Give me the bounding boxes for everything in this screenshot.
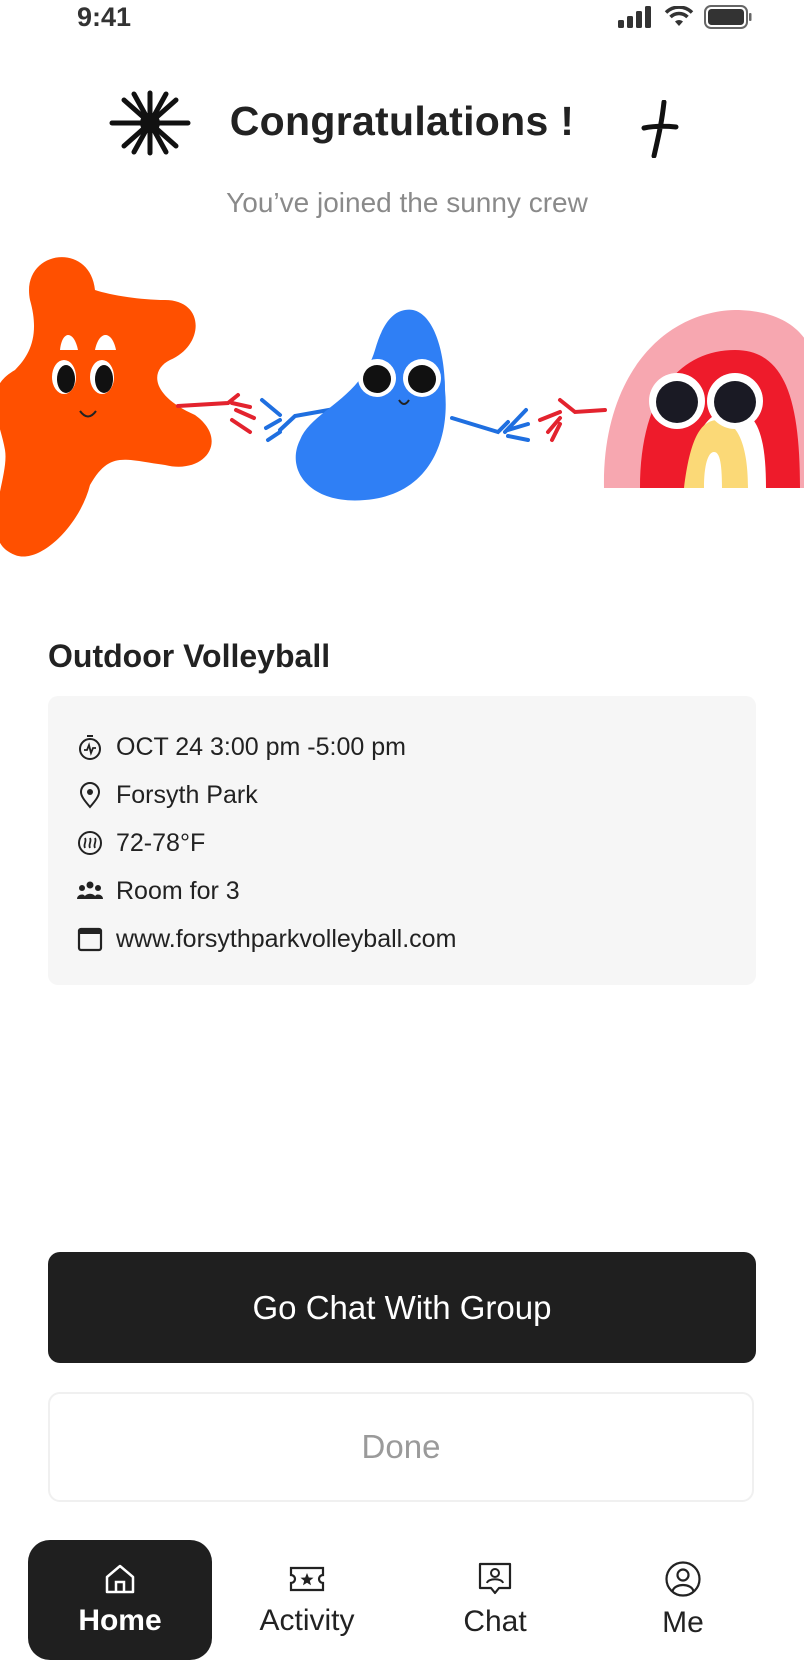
event-time: OCT 24 3:00 pm -5:00 pm <box>116 732 406 761</box>
event-weather-row: 72-78°F <box>76 826 205 860</box>
tab-activity-label: Activity <box>259 1604 355 1637</box>
people-icon <box>77 881 103 899</box>
tab-me[interactable]: Me <box>591 1540 775 1660</box>
stopwatch-icon <box>79 735 101 760</box>
page-title: Congratulations ! <box>229 98 575 144</box>
status-icons <box>618 4 752 30</box>
status-bar: 9:41 <box>0 0 804 40</box>
location-pin-icon <box>79 782 101 809</box>
celebration-illustration <box>0 257 804 557</box>
done-button[interactable]: Done <box>48 1392 754 1502</box>
event-location-row: Forsyth Park <box>76 778 258 812</box>
bottom-tab-bar: Home Activity Chat Me <box>0 1536 804 1672</box>
event-website-link[interactable]: www.forsythparkvolleyball.com <box>116 925 456 954</box>
go-chat-with-group-button[interactable]: Go Chat With Group <box>48 1252 756 1363</box>
event-capacity-row: Room for 3 <box>76 874 240 908</box>
user-circle-icon <box>665 1561 701 1597</box>
home-icon <box>105 1564 135 1594</box>
rainbow-character <box>603 310 804 488</box>
subtitle: You’ve joined the sunny crew <box>226 187 588 218</box>
tab-home[interactable]: Home <box>28 1540 212 1660</box>
event-location: Forsyth Park <box>116 780 258 809</box>
wifi-icon <box>664 6 694 26</box>
browser-window-icon <box>77 927 103 952</box>
chat-user-icon <box>478 1562 512 1595</box>
tab-home-label: Home <box>78 1604 162 1637</box>
blue-blob-character <box>295 309 446 501</box>
event-details-card: OCT 24 3:00 pm -5:00 pm Forsyth Park 72-… <box>48 696 756 985</box>
tab-chat-label: Chat <box>463 1605 527 1638</box>
ticket-star-icon <box>289 1566 325 1592</box>
event-temperature: 72-78°F <box>116 828 206 857</box>
event-website-row[interactable]: www.forsythparkvolleyball.com <box>76 922 456 956</box>
header: Congratulations ! <box>0 88 804 158</box>
temperature-icon <box>78 831 102 855</box>
twinkle-star-icon <box>641 100 679 158</box>
battery-icon <box>704 5 752 29</box>
signal-icon <box>618 6 651 28</box>
tab-me-label: Me <box>662 1606 704 1639</box>
event-capacity: Room for 3 <box>116 876 240 905</box>
tab-activity[interactable]: Activity <box>215 1540 399 1660</box>
event-title: Outdoor Volleyball <box>48 638 331 674</box>
status-time: 9:41 <box>77 2 132 32</box>
event-time-row: OCT 24 3:00 pm -5:00 pm <box>76 730 406 764</box>
tab-chat[interactable]: Chat <box>403 1540 587 1660</box>
